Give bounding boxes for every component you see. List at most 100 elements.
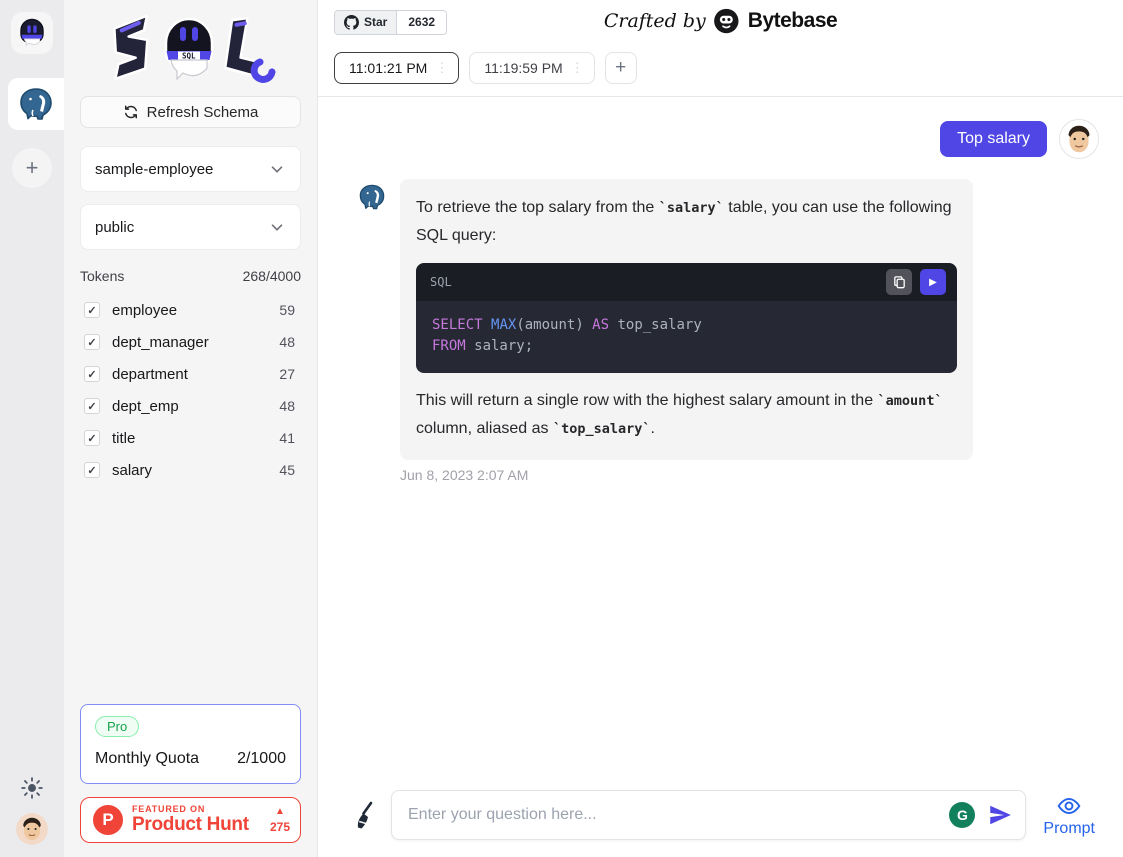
user-avatar: [1059, 119, 1099, 159]
code-language-label: SQL: [430, 268, 452, 296]
chat-area: Top salary To retrieve the top salary: [318, 97, 1123, 790]
checkbox-checked[interactable]: ✓: [84, 366, 100, 382]
checkbox-checked[interactable]: ✓: [84, 302, 100, 318]
table-name: dept_emp: [112, 398, 267, 415]
star-count: 2632: [396, 11, 446, 34]
checkbox-checked[interactable]: ✓: [84, 334, 100, 350]
send-icon: [987, 802, 1013, 828]
table-row-dept-emp[interactable]: ✓ dept_emp 48: [64, 390, 317, 422]
code-content: SELECT MAX(amount) AS top_salaryFROM sal…: [416, 301, 957, 373]
check-icon: ✓: [87, 400, 96, 413]
eye-icon: [1056, 793, 1082, 819]
tab-label: 11:01:21 PM: [349, 60, 427, 76]
new-conversation-button[interactable]: +: [605, 52, 637, 84]
assistant-paragraph: To retrieve the top salary from the `sal…: [416, 194, 957, 250]
connection-item-postgres[interactable]: [8, 78, 64, 130]
check-icon: ✓: [87, 304, 96, 317]
assistant-message-row: To retrieve the top salary from the `sal…: [358, 179, 1099, 460]
database-select[interactable]: sample-employee: [80, 146, 301, 192]
table-row-title[interactable]: ✓ title 41: [64, 422, 317, 454]
user-message-bubble: Top salary: [940, 121, 1047, 157]
table-row-department[interactable]: ✓ department 27: [64, 358, 317, 390]
question-input[interactable]: [408, 806, 937, 824]
user-profile-avatar[interactable]: [16, 813, 48, 845]
check-icon: ✓: [87, 368, 96, 381]
check-icon: ✓: [87, 336, 96, 349]
tab-menu-icon[interactable]: ⋮: [435, 60, 448, 76]
left-rail: +: [0, 0, 64, 857]
assistant-message-bubble: To retrieve the top salary from the `sal…: [400, 179, 973, 460]
table-name: department: [112, 366, 267, 383]
crafted-by-label: Crafted by: [604, 10, 706, 32]
bytebase-brand-label: Bytebase: [748, 9, 837, 33]
top-bar: Star 2632 Crafted by Bytebase: [318, 0, 1123, 44]
bytebase-logo-icon: [714, 8, 740, 34]
upvote-icon: ▲: [275, 807, 285, 817]
copy-code-button[interactable]: [886, 269, 912, 295]
main-area: Star 2632 Crafted by Bytebase 11:01:21 P…: [318, 0, 1123, 857]
table-token-count: 45: [279, 462, 295, 478]
tab-inactive-conversation[interactable]: 11:19:59 PM ⋮: [469, 52, 594, 84]
refresh-icon: [123, 104, 139, 120]
table-name: salary: [112, 462, 267, 479]
checkbox-checked[interactable]: ✓: [84, 398, 100, 414]
schema-select-value: public: [95, 219, 134, 236]
tab-active-conversation[interactable]: 11:01:21 PM ⋮: [334, 52, 459, 84]
add-connection-button[interactable]: +: [12, 148, 52, 188]
clear-conversation-button[interactable]: [352, 801, 378, 829]
grammarly-icon[interactable]: G: [949, 802, 975, 828]
message-input-row: G Prompt: [318, 790, 1123, 857]
run-query-button[interactable]: ▶: [920, 269, 946, 295]
chevron-down-icon: [268, 218, 286, 236]
table-row-employee[interactable]: ✓ employee 59: [64, 294, 317, 326]
table-name: employee: [112, 302, 267, 319]
assistant-paragraph: This will return a single row with the h…: [416, 387, 957, 443]
schema-select[interactable]: public: [80, 204, 301, 250]
copy-icon: [892, 275, 907, 290]
github-star-button[interactable]: Star 2632: [334, 10, 447, 35]
product-hunt-label: Product Hunt: [132, 815, 261, 836]
check-icon: ✓: [87, 464, 96, 477]
table-row-salary[interactable]: ✓ salary 45: [64, 454, 317, 486]
chevron-down-icon: [268, 160, 286, 178]
sun-icon: [21, 777, 43, 799]
product-hunt-logo-icon: P: [93, 805, 123, 835]
table-name: title: [112, 430, 267, 447]
robot-icon: [15, 16, 49, 50]
user-face-icon: [1060, 120, 1098, 158]
sqlchat-bot-avatar[interactable]: [11, 12, 53, 54]
tab-menu-icon[interactable]: ⋮: [571, 60, 584, 76]
prompt-button[interactable]: Prompt: [1039, 793, 1099, 838]
play-icon: ▶: [929, 277, 937, 288]
rail-bottom: [16, 777, 48, 857]
star-label: Star: [364, 15, 387, 29]
table-token-count: 48: [279, 398, 295, 414]
tokens-row: Tokens 268/4000: [80, 268, 301, 284]
table-token-count: 27: [279, 366, 295, 382]
postgresql-icon: [18, 86, 54, 122]
quota-card: Pro Monthly Quota 2/1000: [80, 704, 301, 784]
theme-toggle-button[interactable]: [21, 777, 43, 799]
tab-label: 11:19:59 PM: [484, 60, 562, 76]
monthly-quota-value: 2/1000: [237, 750, 286, 768]
sqlchat-logo: SQL: [64, 0, 317, 88]
pro-plan-badge: Pro: [95, 716, 139, 737]
refresh-schema-label: Refresh Schema: [147, 104, 259, 121]
sidebar: SQL Refresh Schema sample-employee publi…: [64, 0, 318, 857]
tokens-value: 268/4000: [243, 268, 301, 284]
refresh-schema-button[interactable]: Refresh Schema: [80, 96, 301, 128]
product-hunt-badge[interactable]: P FEATURED ON Product Hunt ▲ 275: [80, 797, 301, 843]
question-input-box: G: [391, 790, 1026, 840]
sql-code-block: SQL ▶: [416, 263, 957, 373]
checkbox-checked[interactable]: ✓: [84, 430, 100, 446]
table-token-count: 48: [279, 334, 295, 350]
table-row-dept-manager[interactable]: ✓ dept_manager 48: [64, 326, 317, 358]
crafted-by-bytebase-link[interactable]: Crafted by Bytebase: [604, 8, 837, 34]
conversation-tabs: 11:01:21 PM ⋮ 11:19:59 PM ⋮ +: [318, 44, 1123, 97]
check-icon: ✓: [87, 432, 96, 445]
monthly-quota-label: Monthly Quota: [95, 750, 199, 768]
database-select-value: sample-employee: [95, 161, 213, 178]
user-face-icon: [16, 813, 48, 845]
send-button[interactable]: [987, 802, 1013, 828]
checkbox-checked[interactable]: ✓: [84, 462, 100, 478]
